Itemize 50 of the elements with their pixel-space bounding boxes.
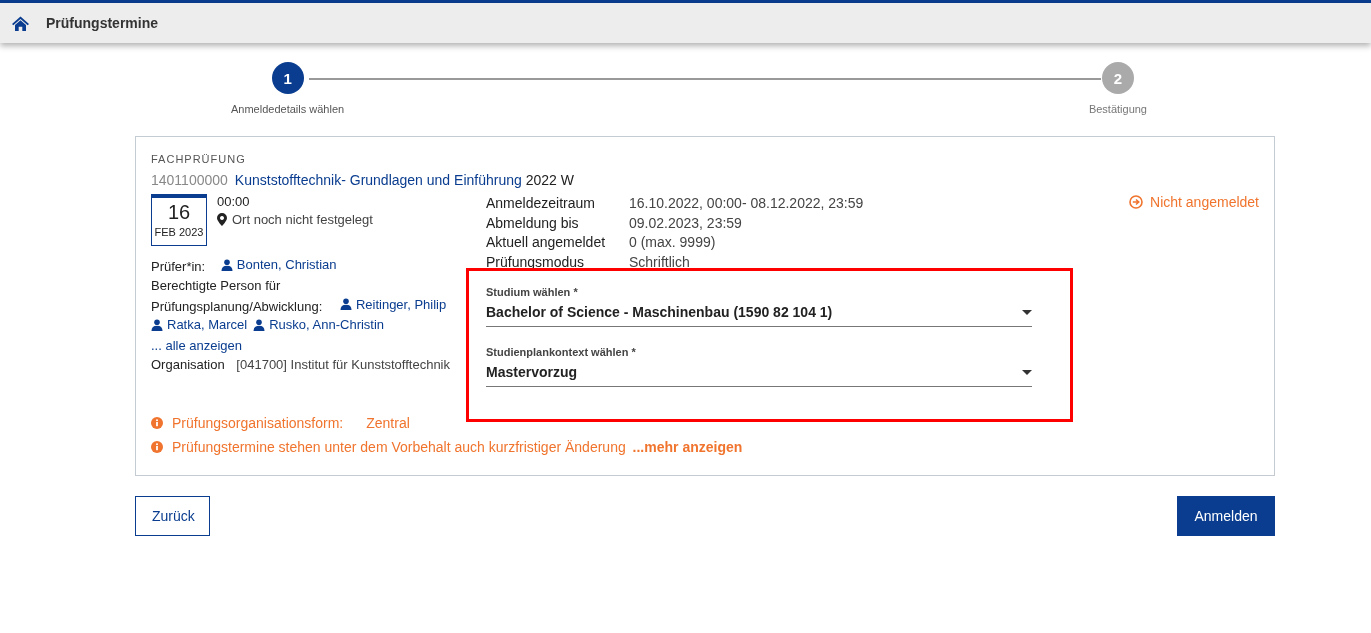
step-label: Anmeldedetails wählen [231, 103, 345, 115]
course-code: 1401100000 [151, 172, 228, 188]
detail-value: 09.02.2023, 23:59 [629, 213, 743, 233]
detail-value: 16.10.2022, 00:00- 08.12.2022, 23:59 [629, 194, 865, 213]
back-button[interactable]: Zurück [135, 496, 210, 536]
examiner-label: Prüfer*in: [151, 258, 206, 274]
responsible-label: Prüfungsplanung/Abwicklung: [151, 298, 323, 313]
exam-time: 00:00 [217, 194, 251, 209]
person-name[interactable]: Ratka, Marcel [167, 315, 248, 334]
detail-label: Anmeldezeitraum [486, 194, 596, 213]
dropdown-field[interactable]: Bachelor of Science - Maschinenbau (1590 82 104 1) [486, 298, 1032, 327]
info-icon [151, 441, 163, 453]
person-name[interactable]: Bonten, Christian [236, 255, 337, 274]
notice-label: Prüfungsorganisationsform: [172, 415, 344, 431]
step-label: Bestätigung [1088, 103, 1147, 115]
person-name[interactable]: Rusko, Ann-Christin [269, 315, 385, 334]
arrow-circle-icon [1129, 195, 1144, 209]
organisation-value: [041700] Institut für Kunststofftechnik [236, 356, 450, 372]
person-name[interactable]: Reitinger, Philip [355, 294, 447, 314]
person-icon [339, 298, 352, 310]
home-icon[interactable] [12, 15, 29, 31]
register-button[interactable]: Anmelden [1177, 496, 1275, 536]
detail-value: 0 (max. 9999) [629, 233, 717, 252]
person-icon [220, 258, 233, 271]
step-number[interactable]: 1 [271, 62, 304, 94]
show-all-link[interactable]: ... alle anzeigen [151, 337, 243, 353]
notice-text: Prüfungstermine stehen unter dem Vorbehalt auch kurzfristiger Änderung ...mehr anzeigen [172, 439, 743, 455]
field-label: Studienplankontext wählen * [486, 346, 637, 358]
caret-icon [1022, 369, 1032, 375]
semester: 2022 W [525, 172, 574, 188]
person-icon [151, 318, 163, 331]
notice-value: Zentral [366, 415, 410, 431]
location-pin-icon [217, 213, 227, 226]
caret-icon [1022, 309, 1032, 315]
course-title: Kunststofftechnik- Grundlagen und Einführung [234, 172, 522, 188]
detail-label: Abmeldung bis [486, 213, 580, 233]
location-text: Ort noch nicht festgelegt [232, 212, 373, 227]
responsible-label: Berechtigte Person für [151, 276, 282, 295]
page-title: Prüfungstermine [46, 15, 158, 31]
detail-label: Aktuell angemeldet [486, 233, 607, 252]
exam-type: FACHPRÜFUNG [151, 153, 247, 165]
detail-label: Prüfungsmodus [486, 252, 586, 272]
info-icon [151, 417, 163, 429]
person-icon [253, 318, 266, 331]
calendar-date: 16 FEB 2023 [151, 194, 207, 246]
field-label: Studium wählen * [486, 286, 579, 298]
registration-status: Nicht angemeldet [1150, 194, 1259, 210]
dropdown-field[interactable]: Mastervorzug [486, 358, 1032, 387]
organisation-label: Organisation [151, 356, 225, 372]
detail-value: Schriftlich [629, 252, 691, 272]
